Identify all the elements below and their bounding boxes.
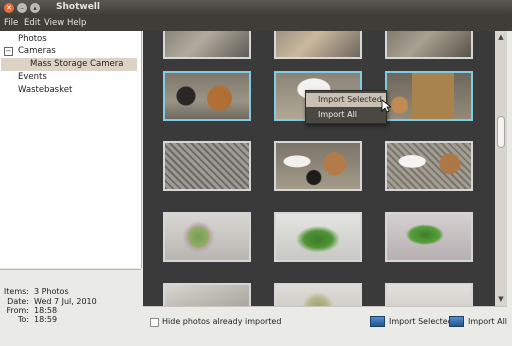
photo-thumbnail[interactable] <box>274 141 362 191</box>
minimize-icon[interactable]: – <box>17 3 27 13</box>
photo-thumbnail[interactable] <box>385 71 473 121</box>
to-label: To: <box>17 315 29 324</box>
menu-edit[interactable]: Edit <box>24 18 40 28</box>
menu-bar: File Edit View Help <box>0 16 512 31</box>
photo-thumbnail[interactable] <box>163 212 251 262</box>
sidebar-item-photos[interactable]: Photos <box>18 34 47 44</box>
shotwell-window: ✕ – ▴ Shotwell File Edit View Help Photo… <box>0 0 512 346</box>
photo-thumbnail[interactable] <box>163 71 251 121</box>
context-menu-import-selected[interactable]: Import Selected <box>306 93 386 107</box>
context-menu-import-all[interactable]: Import All <box>306 108 386 122</box>
vertical-scrollbar[interactable]: ▲ ▼ <box>495 31 507 306</box>
sidebar: Photos − Cameras Mass Storage Camera Eve… <box>0 31 142 268</box>
photo-thumbnail[interactable] <box>274 212 362 262</box>
menu-help[interactable]: Help <box>67 18 86 28</box>
menu-view[interactable]: View <box>44 18 64 28</box>
import-all-button[interactable]: Import All <box>449 315 507 328</box>
photo-thumbnail[interactable] <box>163 283 251 306</box>
mouse-cursor-icon <box>381 99 391 113</box>
photo-thumbnail[interactable] <box>385 141 473 191</box>
scroll-down-icon[interactable]: ▼ <box>496 294 506 304</box>
items-label: Items: <box>3 287 29 296</box>
sidebar-item-events[interactable]: Events <box>18 72 47 82</box>
menu-file[interactable]: File <box>4 18 18 28</box>
photo-thumbnail[interactable] <box>385 283 473 306</box>
scroll-up-icon[interactable]: ▲ <box>496 32 506 42</box>
sidebar-item-mass-storage-camera[interactable]: Mass Storage Camera <box>30 59 123 69</box>
photo-thumbnail[interactable] <box>274 31 362 59</box>
items-value: 3 Photos <box>34 287 69 296</box>
from-label: From: <box>6 306 29 315</box>
title-bar: ✕ – ▴ Shotwell <box>0 0 512 16</box>
to-value: 18:59 <box>34 315 58 324</box>
date-label: Date: <box>7 297 29 306</box>
expander-minus-icon[interactable]: − <box>4 47 13 56</box>
photo-thumbnail[interactable] <box>274 283 362 306</box>
photo-thumbnail[interactable] <box>163 31 251 59</box>
maximize-icon[interactable]: ▴ <box>30 3 40 13</box>
close-icon[interactable]: ✕ <box>4 3 14 13</box>
metadata-panel: Items: 3 Photos Date: Wed 7 Jul, 2010 Fr… <box>0 269 141 342</box>
window-title: Shotwell <box>56 2 100 12</box>
import-all-label: Import All <box>468 317 508 326</box>
sidebar-item-cameras[interactable]: Cameras <box>18 46 56 56</box>
bottom-toolbar: Hide photos already imported Import Sele… <box>143 306 507 342</box>
from-value: 18:58 <box>34 306 58 315</box>
photo-thumbnail[interactable] <box>385 31 473 59</box>
import-selected-button[interactable]: Import Selected <box>370 315 453 328</box>
photo-thumbnail[interactable] <box>163 141 251 191</box>
import-selected-label: Import Selected <box>389 317 453 326</box>
date-value: Wed 7 Jul, 2010 <box>34 297 97 306</box>
photo-grid[interactable]: Import Selected Import All <box>143 31 495 306</box>
photo-thumbnail[interactable] <box>385 212 473 262</box>
scrollbar-thumb[interactable] <box>497 116 505 148</box>
context-menu: Import Selected Import All <box>305 90 387 124</box>
hide-imported-label: Hide photos already imported <box>162 317 282 326</box>
import-icon <box>449 316 464 327</box>
import-icon <box>370 316 385 327</box>
hide-imported-checkbox[interactable] <box>150 318 159 327</box>
sidebar-item-wastebasket[interactable]: Wastebasket <box>18 85 72 95</box>
